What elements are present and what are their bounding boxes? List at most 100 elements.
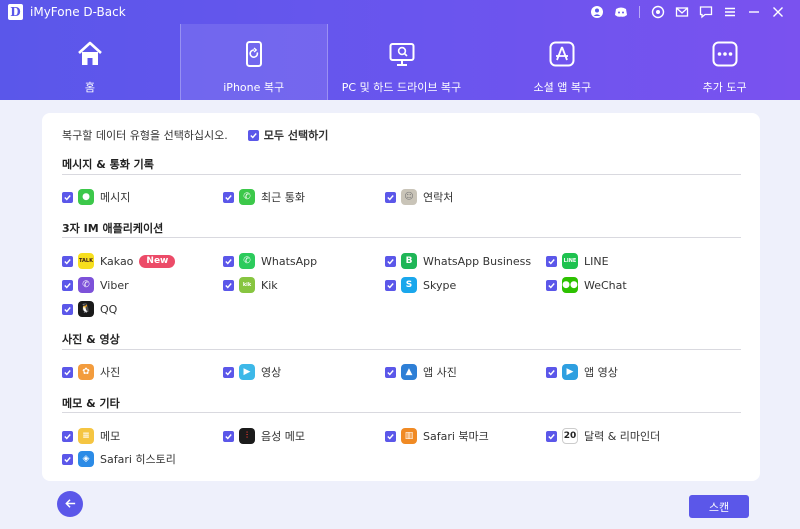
data-type-item[interactable]: ▶ 앱 영상 xyxy=(546,363,618,381)
divider xyxy=(62,412,741,413)
data-type-item[interactable]: 🐧 QQ xyxy=(62,300,117,318)
contacts-icon: ☺ xyxy=(401,189,417,205)
select-all-checkbox[interactable]: 모두 선택하기 xyxy=(247,127,328,143)
calendar-icon: 20 xyxy=(562,428,578,444)
skype-icon: S xyxy=(401,277,417,293)
section-title-messages: 메시지 & 통화 기록 xyxy=(62,158,154,171)
data-type-item[interactable]: ✆ WhatsApp xyxy=(223,252,317,270)
notes-icon: ≡ xyxy=(78,428,94,444)
title-bar: D iMyFone D-Back xyxy=(0,0,800,24)
feedback-icon[interactable] xyxy=(694,3,718,21)
close-icon[interactable] xyxy=(766,3,790,21)
checkbox-icon[interactable] xyxy=(546,255,557,267)
checkbox-icon[interactable] xyxy=(62,303,73,315)
checkbox-icon[interactable] xyxy=(223,191,234,203)
data-type-item[interactable]: ▲ 앱 사진 xyxy=(385,363,457,381)
tab-pc-restore-label: PC 및 하드 드라이브 복구 xyxy=(341,81,462,94)
select-prompt: 복구할 데이터 유형을 선택하십시오. xyxy=(62,129,228,142)
checkbox-icon[interactable] xyxy=(223,279,234,291)
data-type-label: 메시지 xyxy=(100,191,131,204)
data-type-label: LINE xyxy=(584,254,609,268)
checkbox-icon[interactable] xyxy=(546,430,557,442)
data-type-item[interactable]: ⫶ 음성 메모 xyxy=(223,427,305,445)
checkbox-icon[interactable] xyxy=(546,366,557,378)
user-icon[interactable] xyxy=(585,3,609,21)
app-store-icon xyxy=(548,40,576,68)
tab-social-restore[interactable]: 소셜 앱 복구 xyxy=(475,24,649,100)
data-type-item[interactable]: ☺ 연락처 xyxy=(385,188,453,206)
data-type-label: 연락처 xyxy=(423,191,454,204)
checkbox-icon[interactable] xyxy=(62,279,73,291)
data-type-item[interactable]: ✆ 최근 통화 xyxy=(223,188,305,206)
tab-pc-restore[interactable]: PC 및 하드 드라이브 복구 xyxy=(328,24,476,100)
data-type-label: Viber xyxy=(100,278,129,292)
discord-icon[interactable] xyxy=(609,3,633,21)
checkbox-icon[interactable] xyxy=(546,279,557,291)
checkbox-icon[interactable] xyxy=(385,366,396,378)
checkbox-icon xyxy=(247,129,259,141)
checkbox-icon[interactable] xyxy=(62,430,73,442)
tab-more-tools[interactable]: 추가 도구 xyxy=(649,24,800,100)
checkbox-icon[interactable] xyxy=(62,255,73,267)
divider xyxy=(62,349,741,350)
voice-memo-icon: ⫶ xyxy=(239,428,255,444)
data-type-item[interactable]: kik Kik xyxy=(223,276,278,294)
checkbox-icon[interactable] xyxy=(385,191,396,203)
data-type-label: 사진 xyxy=(100,366,121,379)
data-type-item[interactable]: ●● WeChat xyxy=(546,276,627,294)
checkbox-icon[interactable] xyxy=(385,279,396,291)
data-type-label: 앱 사진 xyxy=(423,366,457,379)
checkbox-icon[interactable] xyxy=(62,191,73,203)
scan-button[interactable]: 스캔 xyxy=(689,495,749,518)
main-nav: 홈 iPhone 복구 PC 및 하드 드라이브 복구 소셜 앱 복구 추가 도… xyxy=(0,24,800,100)
data-type-item[interactable]: TALK Kakao New xyxy=(62,252,176,270)
data-type-label: 메모 xyxy=(100,430,121,443)
safari-icon: ◈ xyxy=(78,451,94,467)
checkbox-icon[interactable] xyxy=(62,366,73,378)
data-type-item[interactable]: ▶ 영상 xyxy=(223,363,281,381)
tab-iphone-restore-label: iPhone 복구 xyxy=(223,81,285,94)
checkbox-icon[interactable] xyxy=(223,255,234,267)
data-type-item[interactable]: LINE LINE xyxy=(546,252,609,270)
messages-icon: ● xyxy=(78,189,94,205)
tab-iphone-restore[interactable]: iPhone 복구 xyxy=(180,24,327,100)
section-title-notes: 메모 & 기타 xyxy=(62,397,120,410)
data-type-label: 음성 메모 xyxy=(261,430,305,443)
data-type-item[interactable]: S Skype xyxy=(385,276,456,294)
data-type-item[interactable]: ▥ Safari 북마크 xyxy=(385,427,489,445)
qq-icon: 🐧 xyxy=(78,301,94,317)
data-type-label: WhatsApp xyxy=(261,254,318,268)
checkbox-icon[interactable] xyxy=(223,430,234,442)
data-type-item[interactable]: 20 달력 & 리마인더 xyxy=(546,427,660,445)
phone-icon: ✆ xyxy=(239,189,255,205)
tab-home-label: 홈 xyxy=(84,81,95,94)
data-type-item[interactable]: B WhatsApp Business xyxy=(385,252,531,270)
checkbox-icon[interactable] xyxy=(223,366,234,378)
checkbox-icon[interactable] xyxy=(385,430,396,442)
data-type-label: Skype xyxy=(423,278,457,292)
data-type-item[interactable]: ◈ Safari 히스토리 xyxy=(62,450,176,468)
data-type-item[interactable]: ≡ 메모 xyxy=(62,427,120,445)
app-photos-icon: ▲ xyxy=(401,364,417,380)
app-video-icon: ▶ xyxy=(562,364,578,380)
target-icon[interactable] xyxy=(646,3,670,21)
data-type-item[interactable]: ✆ Viber xyxy=(62,276,129,294)
minimize-icon[interactable] xyxy=(742,3,766,21)
checkbox-icon[interactable] xyxy=(385,255,396,267)
data-type-label: WeChat xyxy=(584,278,627,292)
back-button[interactable] xyxy=(57,491,83,517)
data-type-label: Safari 북마크 xyxy=(423,430,489,443)
tab-home[interactable]: 홈 xyxy=(0,24,180,100)
mail-icon[interactable] xyxy=(670,3,694,21)
data-type-item[interactable]: ● 메시지 xyxy=(62,188,130,206)
viber-icon: ✆ xyxy=(78,277,94,293)
checkbox-icon[interactable] xyxy=(62,453,73,465)
back-arrow-icon xyxy=(64,495,77,514)
app-title: iMyFone D-Back xyxy=(30,5,126,19)
menu-icon[interactable] xyxy=(718,3,742,21)
bookmark-icon: ▥ xyxy=(401,428,417,444)
kakao-icon: TALK xyxy=(78,253,94,269)
tab-more-tools-label: 추가 도구 xyxy=(702,81,747,94)
more-tools-icon xyxy=(711,40,739,68)
data-type-item[interactable]: ✿ 사진 xyxy=(62,363,120,381)
